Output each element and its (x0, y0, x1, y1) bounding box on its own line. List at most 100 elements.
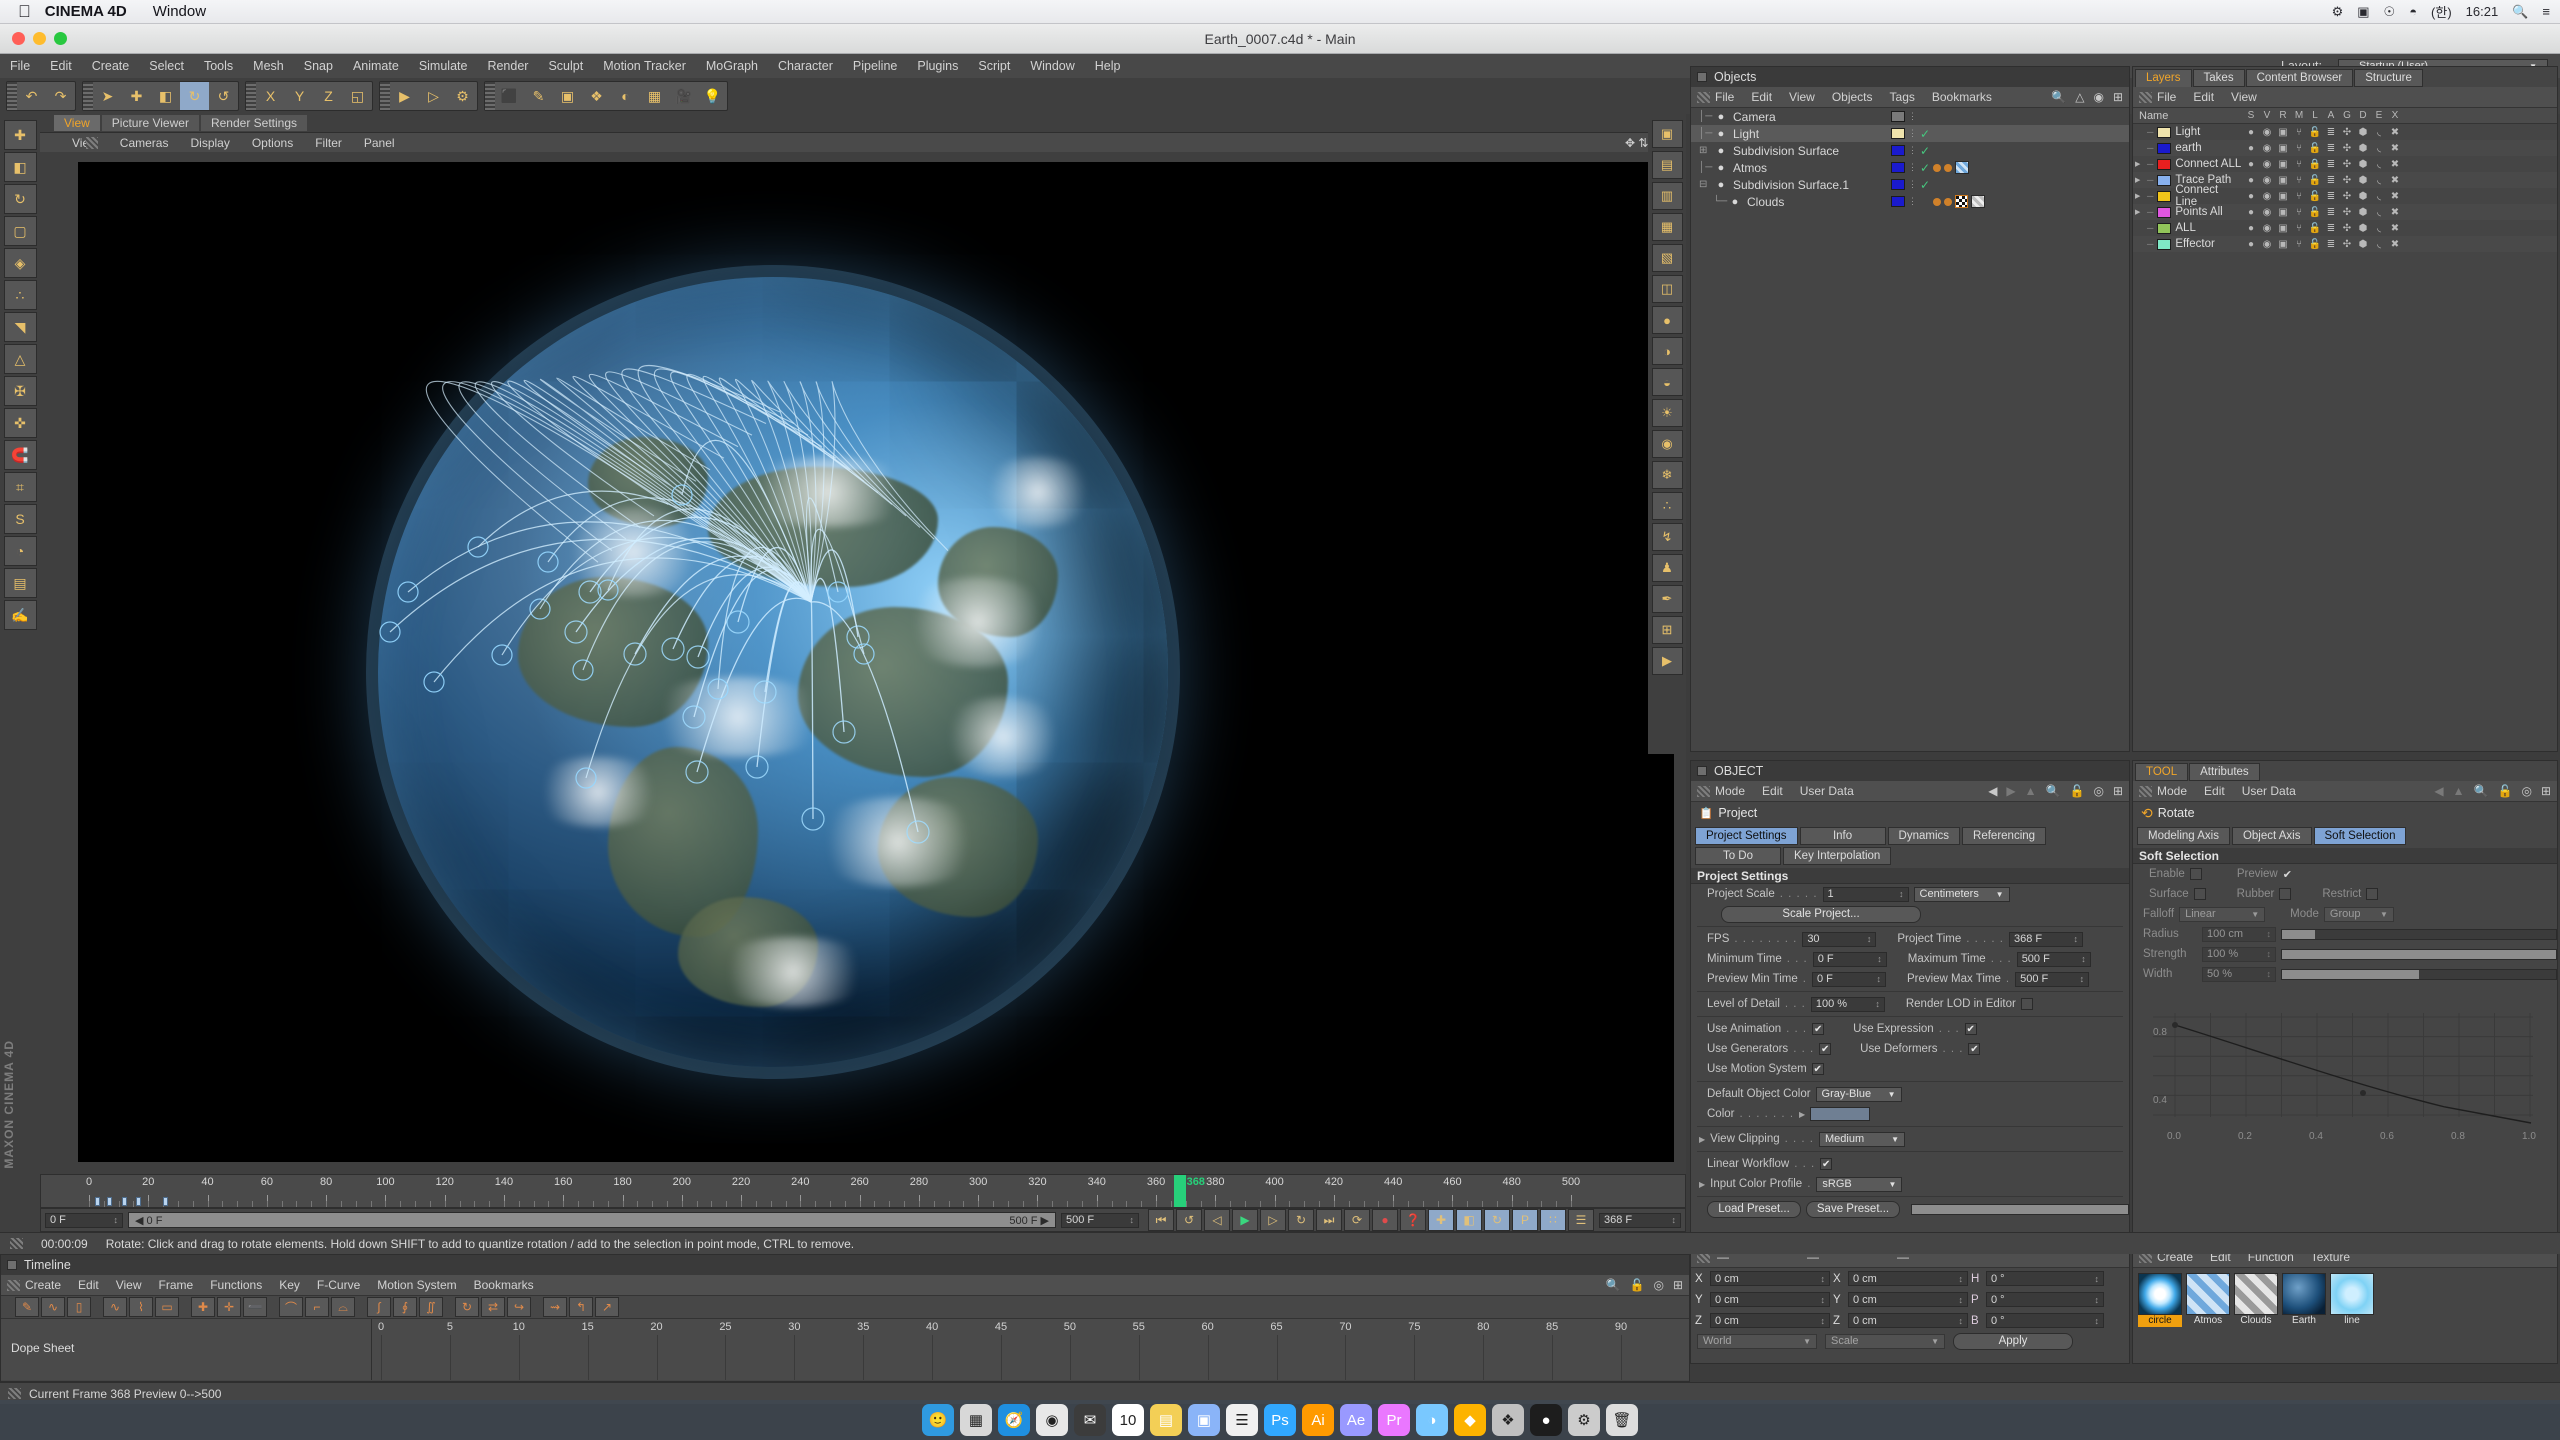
layer-flag-X-icon[interactable]: ✖ (2387, 127, 2403, 138)
material-thumbnail[interactable] (2330, 1273, 2374, 1315)
add-icon[interactable]: ⊞ (2113, 90, 2123, 104)
select-cursor-icon[interactable]: ➤ (93, 82, 122, 110)
linear-icon[interactable]: ∬ (419, 1297, 443, 1317)
input-source-label[interactable]: (한) (2431, 2, 2452, 21)
layer-color-swatch[interactable] (2157, 127, 2171, 138)
sketch-icon[interactable]: ◆ (1454, 1404, 1486, 1436)
redo-icon[interactable]: ↷ (46, 82, 75, 110)
layer-flag-V-icon[interactable]: ◉ (2259, 175, 2275, 186)
object-menu-edit[interactable]: Edit (1762, 784, 1783, 798)
layer-flag-S-icon[interactable]: ● (2243, 143, 2259, 154)
strength-slider[interactable] (2281, 949, 2557, 960)
menu-pipeline[interactable]: Pipeline (843, 59, 907, 73)
layer-flag-L-icon[interactable]: 🔓 (2307, 127, 2323, 138)
layer-flag-L-icon[interactable]: 🔓 (2307, 191, 2323, 202)
default-color-select[interactable]: Gray-Blue ▼ (1816, 1087, 1902, 1102)
active-app-name[interactable]: CINEMA 4D (45, 3, 127, 20)
width-slider[interactable] (2281, 969, 2557, 980)
layer-flag-V-icon[interactable]: ◉ (2259, 127, 2275, 138)
macos-menu-window[interactable]: Window (153, 3, 206, 20)
layer-flag-V-icon[interactable]: ◉ (2259, 159, 2275, 170)
axis-y-icon[interactable]: Y (285, 82, 314, 110)
menu-render[interactable]: Render (477, 59, 538, 73)
toolbar-grip-icon[interactable] (7, 82, 17, 110)
material-thumbnail[interactable] (2234, 1273, 2278, 1315)
layer-flag-G-icon[interactable]: ✣ (2339, 175, 2355, 186)
camera-preset[interactable]: ◒ (1652, 368, 1683, 396)
maximum-time-input[interactable]: 500 F ↕ (2017, 952, 2091, 967)
panel-grip-icon[interactable] (2139, 92, 2152, 103)
viewport-menu-panel[interactable]: Panel (364, 136, 395, 150)
enable-axis[interactable]: ✜ (4, 408, 37, 438)
viewport-canvas[interactable] (78, 162, 1674, 1162)
coord-rot-B-input[interactable]: 0 ° ↕ (1986, 1313, 2104, 1328)
object-row[interactable]: │─ ● Camera ⋮ (1691, 108, 2129, 125)
layer-flag-D-icon[interactable]: ⬢ (2355, 143, 2371, 154)
spotlight-icon[interactable]: 🔍 (2512, 4, 2528, 20)
deformer-icon[interactable]: ◐ (611, 82, 640, 110)
target-icon[interactable]: ◎ (2521, 784, 2531, 798)
use-motion-checkbox[interactable]: ✔ (1812, 1063, 1824, 1075)
preview-checkbox[interactable]: ✔ (2283, 868, 2292, 881)
camera-icon[interactable]: 🎥 (669, 82, 698, 110)
layer-row[interactable]: ▶ ─ Connect Line ● ◉ ▣ ⑂ 🔓 ≣ ✣ ⬢ ◟ ✖ (2133, 188, 2557, 204)
texture-tag-icon[interactable] (1955, 195, 1968, 208)
mail-icon[interactable]: ✉ (1074, 1404, 1106, 1436)
layer-flag-L-icon[interactable]: 🔓 (2307, 175, 2323, 186)
layer-row[interactable]: ─ Light ● ◉ ▣ ⑂ 🔓 ≣ ✣ ⬢ ◟ ✖ (2133, 124, 2557, 140)
render-region-icon[interactable]: ▷ (419, 82, 448, 110)
layer-flag-G-icon[interactable]: ✣ (2339, 143, 2355, 154)
timeline-menu-motion-system[interactable]: Motion System (377, 1278, 456, 1292)
layer-flag-A-icon[interactable]: ≣ (2323, 239, 2339, 250)
layer-flag-V-icon[interactable]: ◉ (2259, 207, 2275, 218)
menu-simulate[interactable]: Simulate (409, 59, 478, 73)
minimum-time-input[interactable]: 0 F ↕ (1813, 952, 1887, 967)
layer-flag-S-icon[interactable]: ● (2243, 159, 2259, 170)
material-thumbnail[interactable] (2138, 1273, 2182, 1315)
remove-key-icon[interactable]: ➖ (243, 1297, 267, 1317)
lock-icon[interactable]: 🔓 (2070, 784, 2085, 798)
expand-arrow-icon[interactable]: ▶ (2135, 192, 2143, 200)
key-mode-icon[interactable]: ✎ (15, 1297, 39, 1317)
finder-icon[interactable]: 🙂 (922, 1404, 954, 1436)
coord-rot-H-input[interactable]: 0 ° ↕ (1986, 1271, 2104, 1286)
layer-flag-A-icon[interactable]: ≣ (2323, 175, 2339, 186)
layer-flag-M-icon[interactable]: ⑂ (2291, 175, 2307, 186)
tab-view[interactable]: View (54, 115, 100, 131)
coord-size-Y-input[interactable]: 0 cm ↕ (1848, 1292, 1968, 1307)
point-mode[interactable]: ∴ (4, 280, 37, 310)
light-preset[interactable]: ☀ (1652, 399, 1683, 427)
timeline-ruler[interactable]: 0 20 40 60 80 100 120 140 160 180 200 220 240 260 280 3… (40, 1174, 1686, 1208)
workplane-tool[interactable]: ⌗ (4, 472, 37, 502)
use-generators-checkbox[interactable]: ✔ (1819, 1043, 1831, 1055)
panel-grip-icon[interactable] (7, 1280, 20, 1291)
menu-sculpt[interactable]: Sculpt (538, 59, 593, 73)
layer-flag-A-icon[interactable]: ≣ (2323, 127, 2339, 138)
restrict-checkbox[interactable] (2366, 888, 2378, 900)
render-lod-checkbox[interactable] (2021, 998, 2033, 1010)
step-back-button[interactable]: ◁ (1204, 1209, 1230, 1231)
layout-preset-6[interactable]: ◫ (1652, 275, 1683, 303)
material-preset[interactable]: ● (1652, 306, 1683, 334)
wifi-icon[interactable]: ◓ (2409, 4, 2417, 19)
input-profile-select[interactable]: sRGB ▼ (1816, 1177, 1902, 1192)
layer-flag-R-icon[interactable]: ▣ (2275, 191, 2291, 202)
tag-dot-icon[interactable] (1944, 164, 1952, 172)
axis-mode[interactable]: ✠ (4, 376, 37, 406)
layer-flag-M-icon[interactable]: ⑂ (2291, 127, 2307, 138)
panel-grip-icon[interactable] (10, 1238, 23, 1249)
layer-flag-D-icon[interactable]: ⬢ (2355, 207, 2371, 218)
objects-tree[interactable]: │─ ● Camera ⋮ │─ ● Light ⋮ ✓ ⊞ ● Subdivision Surfac… (1691, 108, 2129, 210)
target-icon[interactable]: ◎ (1653, 1278, 1663, 1292)
axis-z-icon[interactable]: Z (314, 82, 343, 110)
menu-mograph[interactable]: MoGraph (696, 59, 768, 73)
strength-input[interactable]: 100 % ↕ (2202, 947, 2276, 962)
coord-pos-Y-input[interactable]: 0 cm ↕ (1710, 1292, 1830, 1307)
tag-dot-icon[interactable] (1933, 198, 1941, 206)
tab-key-interpolation[interactable]: Key Interpolation (1783, 847, 1891, 865)
tab-object-axis[interactable]: Object Axis (2232, 827, 2312, 845)
layer-flag-E-icon[interactable]: ◟ (2371, 191, 2387, 202)
layer-color-swatch[interactable] (2157, 159, 2171, 170)
layer-color-swatch[interactable] (1891, 179, 1905, 190)
layer-flag-E-icon[interactable]: ◟ (2371, 239, 2387, 250)
